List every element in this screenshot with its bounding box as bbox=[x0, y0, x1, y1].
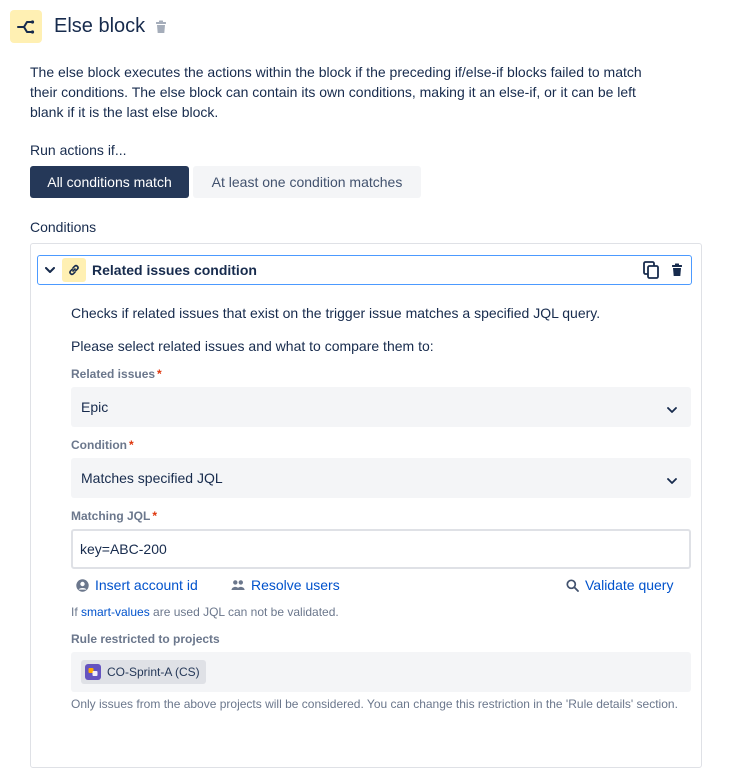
branch-icon bbox=[10, 10, 42, 43]
run-actions-label: Run actions if... bbox=[30, 142, 127, 158]
block-header: Else block bbox=[10, 10, 167, 43]
condition-title: Related issues condition bbox=[92, 262, 257, 278]
all-conditions-match-button[interactable]: All conditions match bbox=[30, 166, 189, 198]
chevron-down-icon[interactable] bbox=[39, 266, 61, 274]
at-least-one-condition-button[interactable]: At least one condition matches bbox=[193, 166, 421, 198]
restricted-projects-field: CO-Sprint-A (CS) bbox=[71, 652, 691, 692]
link-icon bbox=[62, 258, 86, 282]
restricted-projects-label: Rule restricted to projects bbox=[71, 632, 220, 646]
related-issues-value: Epic bbox=[81, 399, 109, 415]
search-icon bbox=[566, 578, 579, 592]
condition-actions bbox=[641, 260, 687, 280]
copy-icon[interactable] bbox=[641, 260, 661, 280]
smart-values-link[interactable]: smart-values bbox=[81, 605, 150, 619]
people-icon bbox=[231, 579, 245, 591]
block-description: The else block executes the actions with… bbox=[30, 64, 642, 120]
insert-account-id-label: Insert account id bbox=[95, 577, 198, 593]
validate-query-button[interactable]: Validate query bbox=[566, 576, 673, 594]
condition-select[interactable]: Matches specified JQL bbox=[71, 458, 691, 498]
validate-query-label: Validate query bbox=[585, 577, 674, 593]
project-chip[interactable]: CO-Sprint-A (CS) bbox=[81, 660, 206, 684]
resolve-users-button[interactable]: Resolve users bbox=[231, 576, 340, 594]
condition-label: Condition * bbox=[71, 438, 134, 452]
condition-value: Matches specified JQL bbox=[81, 470, 223, 486]
restriction-note: Only issues from the above projects will… bbox=[71, 697, 678, 711]
related-issues-label: Related issues * bbox=[71, 367, 162, 381]
condition-instruction: Please select related issues and what to… bbox=[71, 338, 434, 354]
project-avatar-icon bbox=[85, 664, 101, 680]
trash-icon[interactable] bbox=[667, 260, 687, 280]
condition-summary: Checks if related issues that exist on t… bbox=[71, 305, 601, 321]
validation-note: If smart-values are used JQL can not be … bbox=[71, 605, 339, 619]
resolve-users-label: Resolve users bbox=[251, 577, 340, 593]
project-chip-label: CO-Sprint-A (CS) bbox=[107, 665, 200, 679]
page-title: Else block bbox=[54, 15, 146, 37]
condition-header[interactable]: Related issues condition bbox=[37, 255, 692, 285]
insert-account-id-button[interactable]: Insert account id bbox=[76, 576, 198, 594]
chevron-down-icon bbox=[667, 472, 677, 488]
related-issues-select[interactable]: Epic bbox=[71, 387, 691, 427]
chevron-down-icon bbox=[667, 401, 677, 417]
conditions-label: Conditions bbox=[30, 219, 97, 235]
matching-jql-input[interactable]: key=ABC-200 bbox=[71, 529, 691, 569]
trash-icon[interactable] bbox=[155, 20, 167, 34]
matching-jql-label: Matching JQL * bbox=[71, 509, 158, 523]
person-icon bbox=[76, 578, 89, 592]
